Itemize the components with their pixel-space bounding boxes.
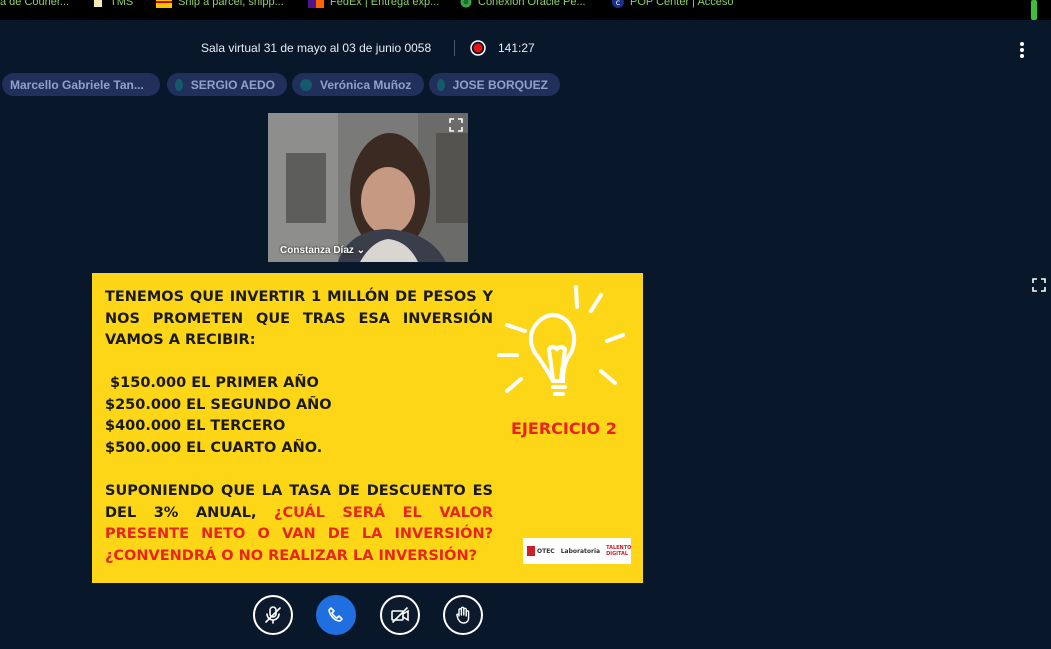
otec-logo: OTEC [527, 546, 555, 556]
bookmark-label: FedEx | Entrega exp... [330, 0, 440, 8]
mute-button[interactable] [253, 595, 293, 635]
bookmark-fedex[interactable]: FedEx | Entrega exp... [308, 0, 439, 8]
participant-video-name: Constanza Díaz ⌄ [280, 245, 366, 256]
slide-question: SUPONIENDO QUE LA TASA DE DESCUENTO ES D… [105, 481, 493, 567]
window-edge [1031, 0, 1037, 20]
mic-off-icon [265, 606, 281, 624]
participant-name: JOSE BORQUEZ [452, 77, 548, 92]
participant-name: Marcello Gabriele Tan... [10, 77, 144, 92]
bookmarks-bar: a de Courier... TMS Ship a parcel, shipp… [0, 0, 1051, 20]
avatar [175, 78, 183, 91]
camera-button[interactable] [380, 595, 420, 635]
bookmark-label: a de Courier... [0, 0, 70, 8]
camera-off-icon [391, 607, 409, 623]
participant-chip[interactable]: JOSE BORQUEZ [429, 73, 560, 96]
expand-icon[interactable] [448, 117, 464, 133]
sponsor-logos: OTEC Laboratoria TALENTO DIGITAL [523, 538, 631, 564]
meeting-title: Sala virtual 31 de mayo al 03 de junio 0… [201, 41, 432, 55]
amount-line: $500.000 EL CUARTO AÑO. [105, 439, 323, 456]
bookmark-label: POP Center | Acceso [630, 0, 734, 8]
slide-amounts: $150.000 EL PRIMER AÑO $250.000 EL SEGUN… [105, 373, 332, 459]
recording-icon [470, 40, 486, 56]
document-icon [94, 0, 102, 7]
bookmark-courier[interactable]: a de Courier... [0, 0, 69, 8]
raise-hand-button[interactable] [443, 595, 483, 635]
fedex-icon [308, 0, 324, 8]
fullscreen-icon[interactable] [1031, 277, 1047, 293]
bookmark-dhl[interactable]: Ship a parcel, shipp... [156, 0, 284, 8]
slide-intro-text: TENEMOS QUE INVERTIR 1 MILLÓN DE PESOS Y… [105, 289, 493, 348]
bookmark-tms[interactable]: TMS [92, 0, 133, 8]
bookmark-label: TMS [110, 0, 134, 8]
talento-digital-logo: TALENTO DIGITAL [606, 545, 632, 557]
participant-chip[interactable]: SERGIO AEDO [167, 73, 287, 96]
pop-icon: c [612, 0, 624, 8]
bookmark-oracle[interactable]: Conexion Oracle Pe... [460, 0, 586, 8]
participant-chip[interactable]: Marcello Gabriele Tan... [2, 73, 160, 96]
avatar [437, 78, 445, 91]
participant-chip[interactable]: Verónica Muñoz [292, 73, 424, 96]
avatar [300, 78, 312, 91]
call-button[interactable] [316, 595, 356, 635]
amount-line: $150.000 EL PRIMER AÑO [105, 375, 319, 391]
bookmark-label: Ship a parcel, shipp... [178, 0, 284, 8]
video-feed-image [268, 113, 468, 262]
shared-slide: TENEMOS QUE INVERTIR 1 MILLÓN DE PESOS Y… [92, 273, 643, 583]
phone-icon [328, 607, 343, 622]
lightbulb-icon [497, 285, 625, 396]
bookmark-pop-center[interactable]: c POP Center | Acceso [612, 0, 734, 8]
participant-name: Verónica Muñoz [320, 77, 412, 92]
video-tile[interactable]: Constanza Díaz ⌄ [268, 113, 468, 262]
more-options-icon[interactable] [1014, 40, 1030, 60]
globe-icon [460, 0, 472, 8]
amount-line: $250.000 EL SEGUNDO AÑO [105, 396, 332, 413]
amount-line: $400.000 EL TERCERO [105, 418, 286, 434]
svg-text:c: c [616, 0, 620, 7]
laboratoria-logo: Laboratoria [560, 547, 601, 555]
participant-name: SERGIO AEDO [190, 77, 275, 92]
raise-hand-icon [456, 606, 470, 624]
dhl-icon [156, 0, 172, 8]
exercise-label: EJERCICIO 2 [511, 419, 617, 438]
recording-timer: 141:27 [498, 41, 535, 55]
bookmark-label: Conexion Oracle Pe... [478, 0, 586, 8]
header-divider [454, 40, 455, 56]
